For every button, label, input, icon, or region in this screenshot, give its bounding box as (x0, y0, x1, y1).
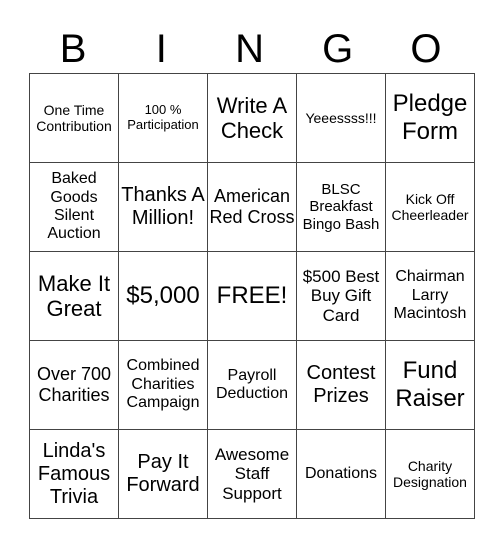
bingo-cell[interactable]: $500 Best Buy Gift Card (296, 251, 386, 341)
bingo-cell[interactable]: Fund Raiser (385, 340, 475, 430)
bingo-header: B I N G O (29, 26, 470, 72)
bingo-cell[interactable]: American Red Cross (207, 162, 297, 252)
bingo-cell[interactable]: Thanks A Million! (118, 162, 208, 252)
bingo-cell[interactable]: Pay It Forward (118, 429, 208, 519)
header-letter-i: I (155, 27, 167, 71)
bingo-cell[interactable]: Kick Off Cheerleader (385, 162, 475, 252)
bingo-cell[interactable]: Combined Charities Campaign (118, 340, 208, 430)
grid-row: Baked Goods Silent Auction Thanks A Mill… (29, 162, 475, 252)
grid-row: One Time Contribution 100 % Participatio… (29, 73, 475, 163)
bingo-cell[interactable]: Chairman Larry Macintosh (385, 251, 475, 341)
header-letter-n: N (235, 27, 264, 71)
bingo-cell[interactable]: Donations (296, 429, 386, 519)
header-letter-g: G (322, 27, 354, 71)
bingo-grid: One Time Contribution 100 % Participatio… (29, 73, 475, 519)
bingo-cell[interactable]: Baked Goods Silent Auction (29, 162, 119, 252)
bingo-cell[interactable]: One Time Contribution (29, 73, 119, 163)
bingo-cell[interactable]: Write A Check (207, 73, 297, 163)
header-letter-b: B (59, 27, 87, 71)
bingo-cell[interactable]: Awesome Staff Support (207, 429, 297, 519)
bingo-cell[interactable]: Pledge Form (385, 73, 475, 163)
bingo-cell[interactable]: FREE! (207, 251, 297, 341)
bingo-cell[interactable]: BLSC Breakfast Bingo Bash (296, 162, 386, 252)
grid-row: Over 700 Charities Combined Charities Ca… (29, 340, 475, 430)
grid-row: Make It Great $5,000 FREE! $500 Best Buy… (29, 251, 475, 341)
bingo-cell[interactable]: $5,000 (118, 251, 208, 341)
header-letter-o: O (410, 27, 442, 71)
bingo-cell[interactable]: Linda's Famous Trivia (29, 429, 119, 519)
bingo-cell[interactable]: Over 700 Charities (29, 340, 119, 430)
bingo-cell[interactable]: Contest Prizes (296, 340, 386, 430)
bingo-cell[interactable]: Yeeessss!!! (296, 73, 386, 163)
bingo-cell[interactable]: Payroll Deduction (207, 340, 297, 430)
grid-row: Linda's Famous Trivia Pay It Forward Awe… (29, 429, 475, 519)
bingo-cell[interactable]: Make It Great (29, 251, 119, 341)
bingo-cell[interactable]: Charity Designation (385, 429, 475, 519)
bingo-cell[interactable]: 100 % Participation (118, 73, 208, 163)
